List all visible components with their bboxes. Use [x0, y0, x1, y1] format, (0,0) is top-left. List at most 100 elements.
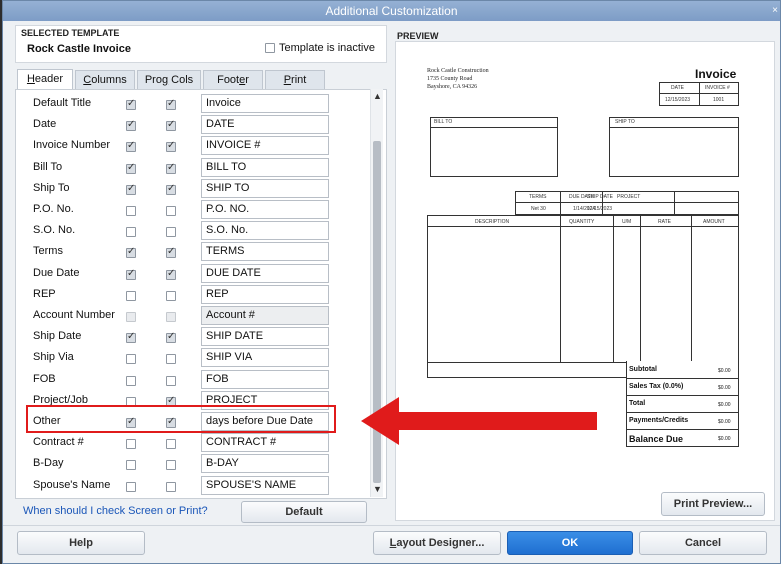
preview-salestax-label: Sales Tax (0.0%) [629, 383, 684, 390]
title-input-p-o-no[interactable]: P.O. NO. [201, 200, 329, 219]
tab-footer[interactable]: Footer [203, 70, 263, 90]
print-checkbox-invoice-number[interactable] [166, 140, 176, 152]
tab-prog-cols[interactable]: Prog Cols [137, 70, 201, 90]
screen-checkbox-terms[interactable] [126, 246, 136, 258]
field-label-b-day: B-Day [33, 457, 64, 469]
field-label-default-title: Default Title [33, 97, 92, 109]
screen-checkbox-date[interactable] [126, 119, 136, 131]
preview-date-val: 12/15/2023 [665, 97, 691, 103]
screen-checkbox-rep[interactable] [126, 291, 136, 301]
title-input-ship-to[interactable]: SHIP TO [201, 179, 329, 198]
preview-col-description: DESCRIPTION [475, 219, 510, 225]
ok-button[interactable]: OK [507, 531, 633, 555]
highlight-box [26, 405, 336, 433]
screen-checkbox-fob[interactable] [126, 376, 136, 386]
print-checkbox-default-title[interactable] [166, 98, 176, 110]
screen-checkbox-p-o-no[interactable] [126, 206, 136, 216]
title-input-default-title[interactable]: Invoice [201, 94, 329, 113]
print-preview-button[interactable]: Print Preview... [661, 492, 765, 516]
preview-address2: Bayshore, CA 94326 [427, 84, 478, 90]
layout-designer-button[interactable]: Layout Designer... [373, 531, 501, 555]
preview-payments-value: $0.00 [718, 419, 731, 425]
field-label-invoice-number: Invoice Number [33, 139, 111, 151]
print-checkbox-rep[interactable] [166, 291, 176, 301]
print-checkbox-due-date[interactable] [166, 268, 176, 280]
preview-col-quantity: QUANTITY [569, 219, 595, 225]
screen-checkbox-account-number[interactable] [126, 312, 136, 322]
screen-checkbox-ship-to[interactable] [126, 183, 136, 195]
title-input-spouse-s-name[interactable]: SPOUSE'S NAME [201, 476, 329, 495]
title-input-b-day[interactable]: B-DAY [201, 454, 329, 473]
preview-doc-title: Invoice [695, 67, 737, 81]
preview-company: Rock Castle Construction [427, 68, 489, 74]
screen-checkbox-default-title[interactable] [126, 98, 136, 110]
title-input-s-o-no[interactable]: S.O. No. [201, 221, 329, 240]
tab-columns[interactable]: Columns [75, 70, 135, 90]
template-name: Rock Castle Invoice [27, 43, 131, 55]
print-checkbox-contract[interactable] [166, 439, 176, 449]
title-input-rep[interactable]: REP [201, 285, 329, 304]
print-checkbox-account-number[interactable] [166, 312, 176, 322]
print-checkbox-p-o-no[interactable] [166, 206, 176, 216]
help-button[interactable]: Help [17, 531, 145, 555]
tab-header[interactable]: Header [17, 69, 73, 91]
tab-prog-cols-pre: Pro [144, 74, 162, 86]
title-input-date[interactable]: DATE [201, 115, 329, 134]
tab-columns-label: olumns [91, 74, 127, 86]
title-input-contract[interactable]: CONTRACT # [201, 433, 329, 452]
scroll-down-icon[interactable]: ▼ [373, 484, 382, 494]
scroll-up-icon[interactable]: ▲ [373, 91, 382, 101]
preview-col-amount: AMOUNT [703, 219, 725, 225]
screen-checkbox-contract[interactable] [126, 439, 136, 449]
preview-salestax-value: $0.00 [718, 385, 731, 391]
field-label-date: Date [33, 118, 57, 130]
tab-footer-label: r [245, 74, 249, 86]
preview-ship-to-box [609, 117, 739, 177]
title-input-bill-to[interactable]: BILL TO [201, 158, 329, 177]
title-input-fob[interactable]: FOB [201, 370, 329, 389]
screen-checkbox-b-day[interactable] [126, 460, 136, 470]
title-input-ship-date[interactable]: SHIP DATE [201, 327, 329, 346]
print-checkbox-date[interactable] [166, 119, 176, 131]
field-label-due-date: Due Date [33, 267, 80, 279]
preview-total-label: Total [629, 400, 646, 407]
help-link[interactable]: When should I check Screen or Print? [23, 505, 208, 517]
preview-address1: 1735 County Road [427, 76, 473, 82]
close-icon[interactable]: × [772, 1, 778, 21]
print-checkbox-s-o-no[interactable] [166, 227, 176, 237]
print-checkbox-terms[interactable] [166, 246, 176, 258]
print-checkbox-ship-date[interactable] [166, 331, 176, 343]
screen-checkbox-ship-date[interactable] [126, 331, 136, 343]
print-checkbox-bill-to[interactable] [166, 162, 176, 174]
field-label-fob: FOB [33, 373, 56, 385]
cancel-button[interactable]: Cancel [639, 531, 767, 555]
screen-checkbox-bill-to[interactable] [126, 162, 136, 174]
preview-date-hdr: DATE [671, 85, 684, 91]
screen-checkbox-s-o-no[interactable] [126, 227, 136, 237]
print-checkbox-ship-via[interactable] [166, 354, 176, 364]
screen-checkbox-spouse-s-name[interactable] [126, 482, 136, 492]
title-input-ship-via[interactable]: SHIP VIA [201, 348, 329, 367]
field-label-bill-to: Bill To [33, 161, 63, 173]
title-input-account-number[interactable]: Account # [201, 306, 329, 325]
print-checkbox-spouse-s-name[interactable] [166, 482, 176, 492]
field-label-s-o-no: S.O. No. [33, 224, 76, 236]
preview-balance-label: Balance Due [629, 434, 684, 444]
template-inactive-checkbox[interactable] [265, 43, 275, 53]
print-checkbox-fob[interactable] [166, 376, 176, 386]
preview-subtotal-label: Subtotal [629, 366, 657, 373]
print-checkbox-ship-to[interactable] [166, 183, 176, 195]
preview-project-hdr: PROJECT [617, 194, 641, 200]
title-input-terms[interactable]: TERMS [201, 242, 329, 261]
preview-lines-table [427, 215, 739, 378]
default-button[interactable]: Default [241, 501, 367, 523]
screen-checkbox-invoice-number[interactable] [126, 140, 136, 152]
field-label-terms: Terms [33, 245, 63, 257]
screen-checkbox-ship-via[interactable] [126, 354, 136, 364]
title-input-invoice-number[interactable]: INVOICE # [201, 136, 329, 155]
tab-print[interactable]: Print [265, 70, 325, 90]
print-checkbox-b-day[interactable] [166, 460, 176, 470]
preview-subtotal-value: $0.00 [718, 368, 731, 374]
title-input-due-date[interactable]: DUE DATE [201, 264, 329, 283]
screen-checkbox-due-date[interactable] [126, 268, 136, 280]
